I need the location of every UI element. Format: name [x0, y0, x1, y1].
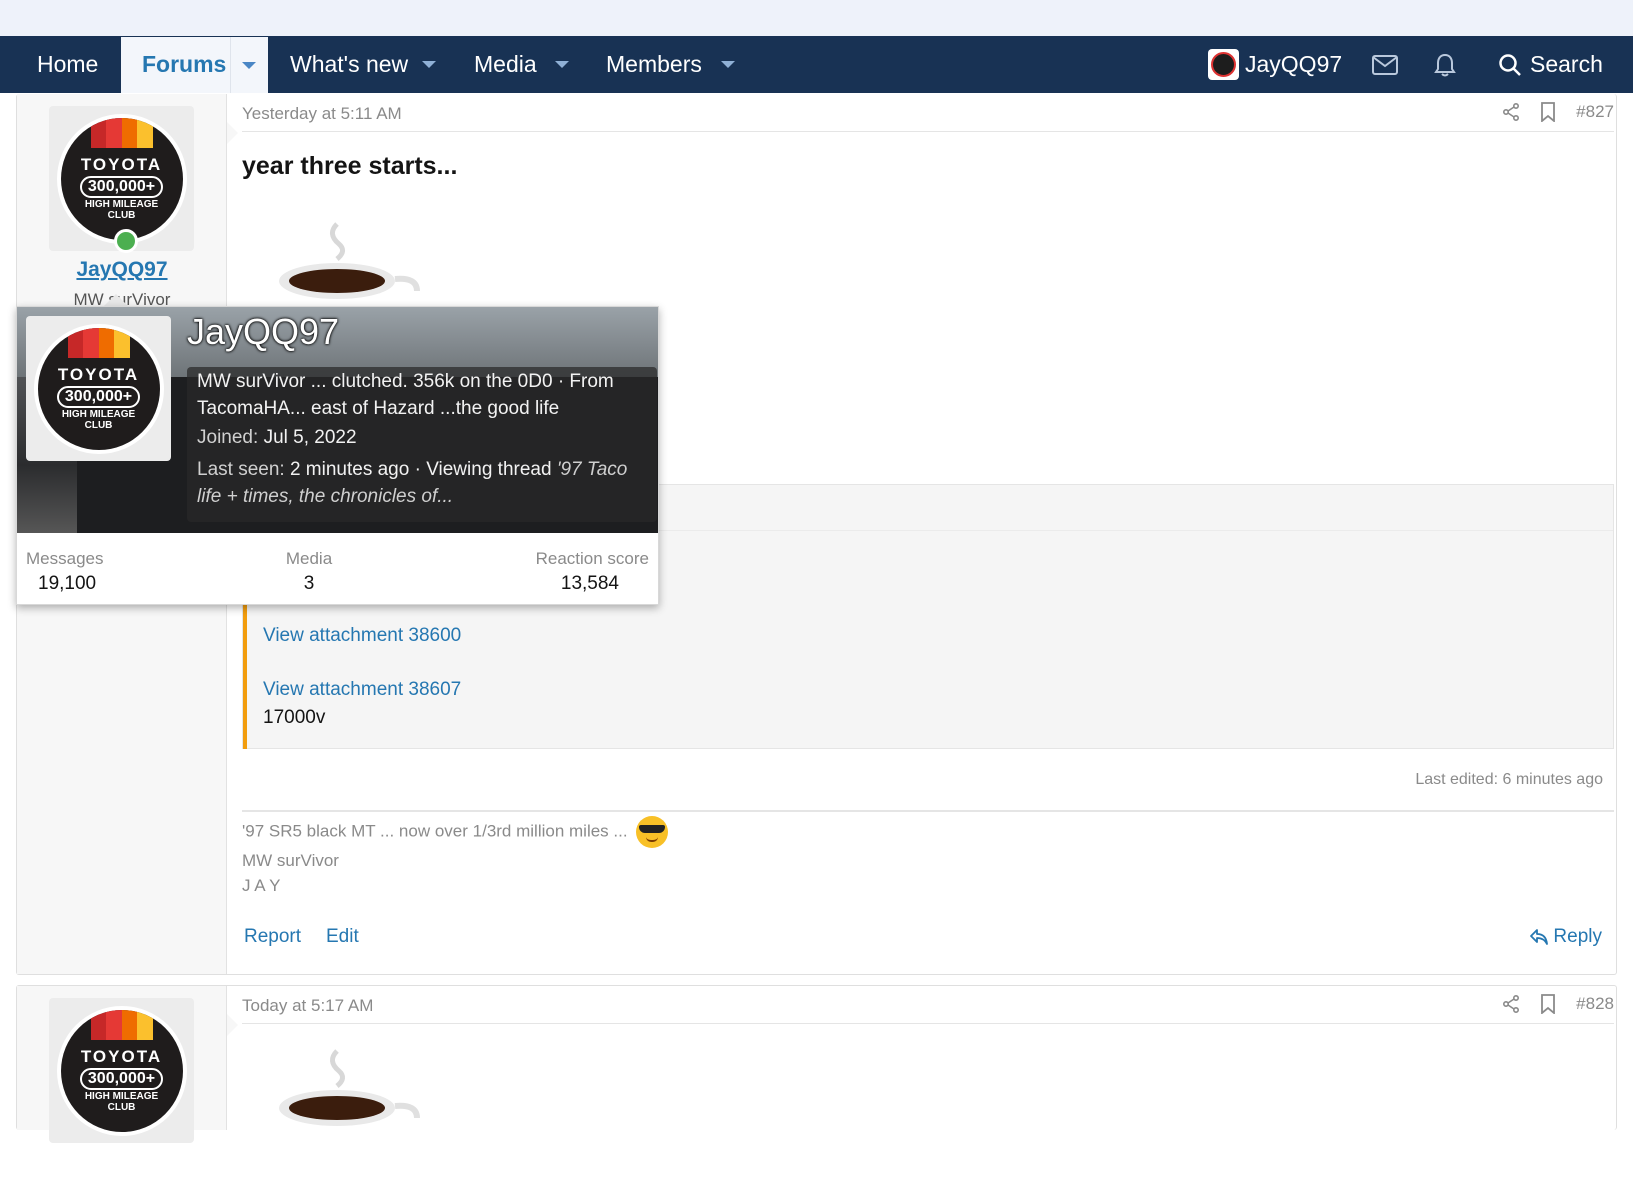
nav-whats-new[interactable]: What's new — [290, 36, 408, 93]
coffee-cup-image — [279, 1049, 420, 1126]
member-tooltip: TOYOTA 300,000+ HIGH MILEAGE CLUB JayQQ9… — [16, 306, 659, 605]
online-status-icon — [114, 229, 138, 253]
signature-divider — [242, 810, 1614, 812]
forums-menu-toggle[interactable] — [230, 37, 266, 93]
toyota-club-badge: TOYOTA 300,000+ HIGH MILEAGE CLUB — [33, 323, 164, 454]
share-icon[interactable] — [1502, 995, 1520, 1013]
quote-accent-bar — [243, 600, 247, 749]
media-menu-toggle[interactable] — [547, 36, 577, 93]
chevron-down-icon — [555, 61, 569, 68]
bookmark-icon[interactable] — [1540, 994, 1556, 1014]
reply-button[interactable]: Reply — [1529, 926, 1602, 948]
tooltip-arrow — [104, 294, 128, 306]
tooltip-username[interactable]: JayQQ97 — [187, 311, 339, 353]
avatar — [1208, 49, 1239, 80]
cool-emoji-icon — [636, 816, 669, 848]
signature-line: '97 SR5 black MT ... now over 1/3rd mill… — [242, 816, 669, 848]
post-number[interactable]: #827 — [1576, 102, 1614, 122]
nav-media[interactable]: Media — [474, 36, 537, 93]
post-date[interactable]: Yesterday at 5:11 AM — [242, 104, 402, 124]
edit-link[interactable]: Edit — [326, 926, 359, 948]
signature-line: J A Y — [242, 876, 281, 895]
search-icon — [1499, 53, 1521, 76]
search-button[interactable]: Search — [1498, 36, 1603, 93]
bell-icon[interactable] — [1430, 36, 1460, 93]
post-828: TOYOTA 300,000+ HIGH MILEAGE CLUB Today … — [16, 985, 1617, 1143]
browser-top-strip — [0, 0, 1633, 36]
post-header: Today at 5:17 AM #828 — [242, 994, 1614, 1024]
account-username: JayQQ97 — [1245, 51, 1343, 77]
last-edited: Last edited: 6 minutes ago — [1415, 771, 1603, 788]
report-link[interactable]: Report — [244, 926, 301, 948]
tooltip-stats: Messages 19,100 Media 3 Reaction score 1… — [17, 533, 658, 605]
main-navbar: Home Forums What's new Media Members Jay… — [0, 36, 1633, 93]
tooltip-last-seen: Last seen: 2 minutes ago · Viewing threa… — [197, 459, 628, 507]
share-icon[interactable] — [1502, 103, 1520, 121]
post-title: year three starts... — [242, 152, 458, 180]
signature-line: MW surVivor — [242, 851, 339, 870]
tooltip-about: MW surVivor ... clutched. 356k on the 0D… — [197, 371, 614, 419]
stat-reaction-score[interactable]: Reaction score 13,584 — [536, 549, 649, 595]
quote-text: 17000v — [263, 707, 326, 728]
toyota-club-badge: TOYOTA 300,000+ HIGH MILEAGE CLUB — [56, 113, 187, 244]
post-number[interactable]: #828 — [1576, 994, 1614, 1014]
chevron-down-icon — [422, 61, 436, 68]
inbox-icon[interactable] — [1370, 36, 1400, 93]
chevron-down-icon — [241, 61, 256, 69]
reply-icon — [1530, 929, 1549, 945]
tooltip-avatar[interactable]: TOYOTA 300,000+ HIGH MILEAGE CLUB — [26, 316, 171, 461]
account-menu[interactable]: JayQQ97 — [1208, 36, 1342, 93]
post-header: Yesterday at 5:11 AM #827 — [242, 102, 1614, 132]
coffee-cup-image — [279, 222, 420, 299]
attachment-link[interactable]: View attachment 38600 — [263, 625, 461, 647]
nav-forums[interactable]: Forums — [142, 36, 226, 93]
toyota-club-badge: TOYOTA 300,000+ HIGH MILEAGE CLUB — [56, 1005, 187, 1136]
members-menu-toggle[interactable] — [713, 36, 743, 93]
chevron-down-icon — [721, 61, 735, 68]
user-avatar[interactable]: TOYOTA 300,000+ HIGH MILEAGE CLUB — [49, 998, 194, 1143]
search-label: Search — [1530, 51, 1603, 77]
stat-messages[interactable]: Messages 19,100 — [26, 549, 103, 595]
nav-members[interactable]: Members — [606, 36, 702, 93]
post-username[interactable]: JayQQ97 — [17, 258, 227, 282]
post-user-panel: TOYOTA 300,000+ HIGH MILEAGE CLUB — [17, 986, 238, 1143]
attachment-link[interactable]: View attachment 38607 — [263, 679, 461, 701]
nav-home[interactable]: Home — [37, 36, 98, 93]
stat-media[interactable]: Media 3 — [284, 549, 334, 595]
tooltip-joined: Joined: Jul 5, 2022 — [197, 427, 357, 448]
bookmark-icon[interactable] — [1540, 102, 1556, 122]
post-date[interactable]: Today at 5:17 AM — [242, 996, 373, 1016]
whats-new-menu-toggle[interactable] — [414, 36, 444, 93]
